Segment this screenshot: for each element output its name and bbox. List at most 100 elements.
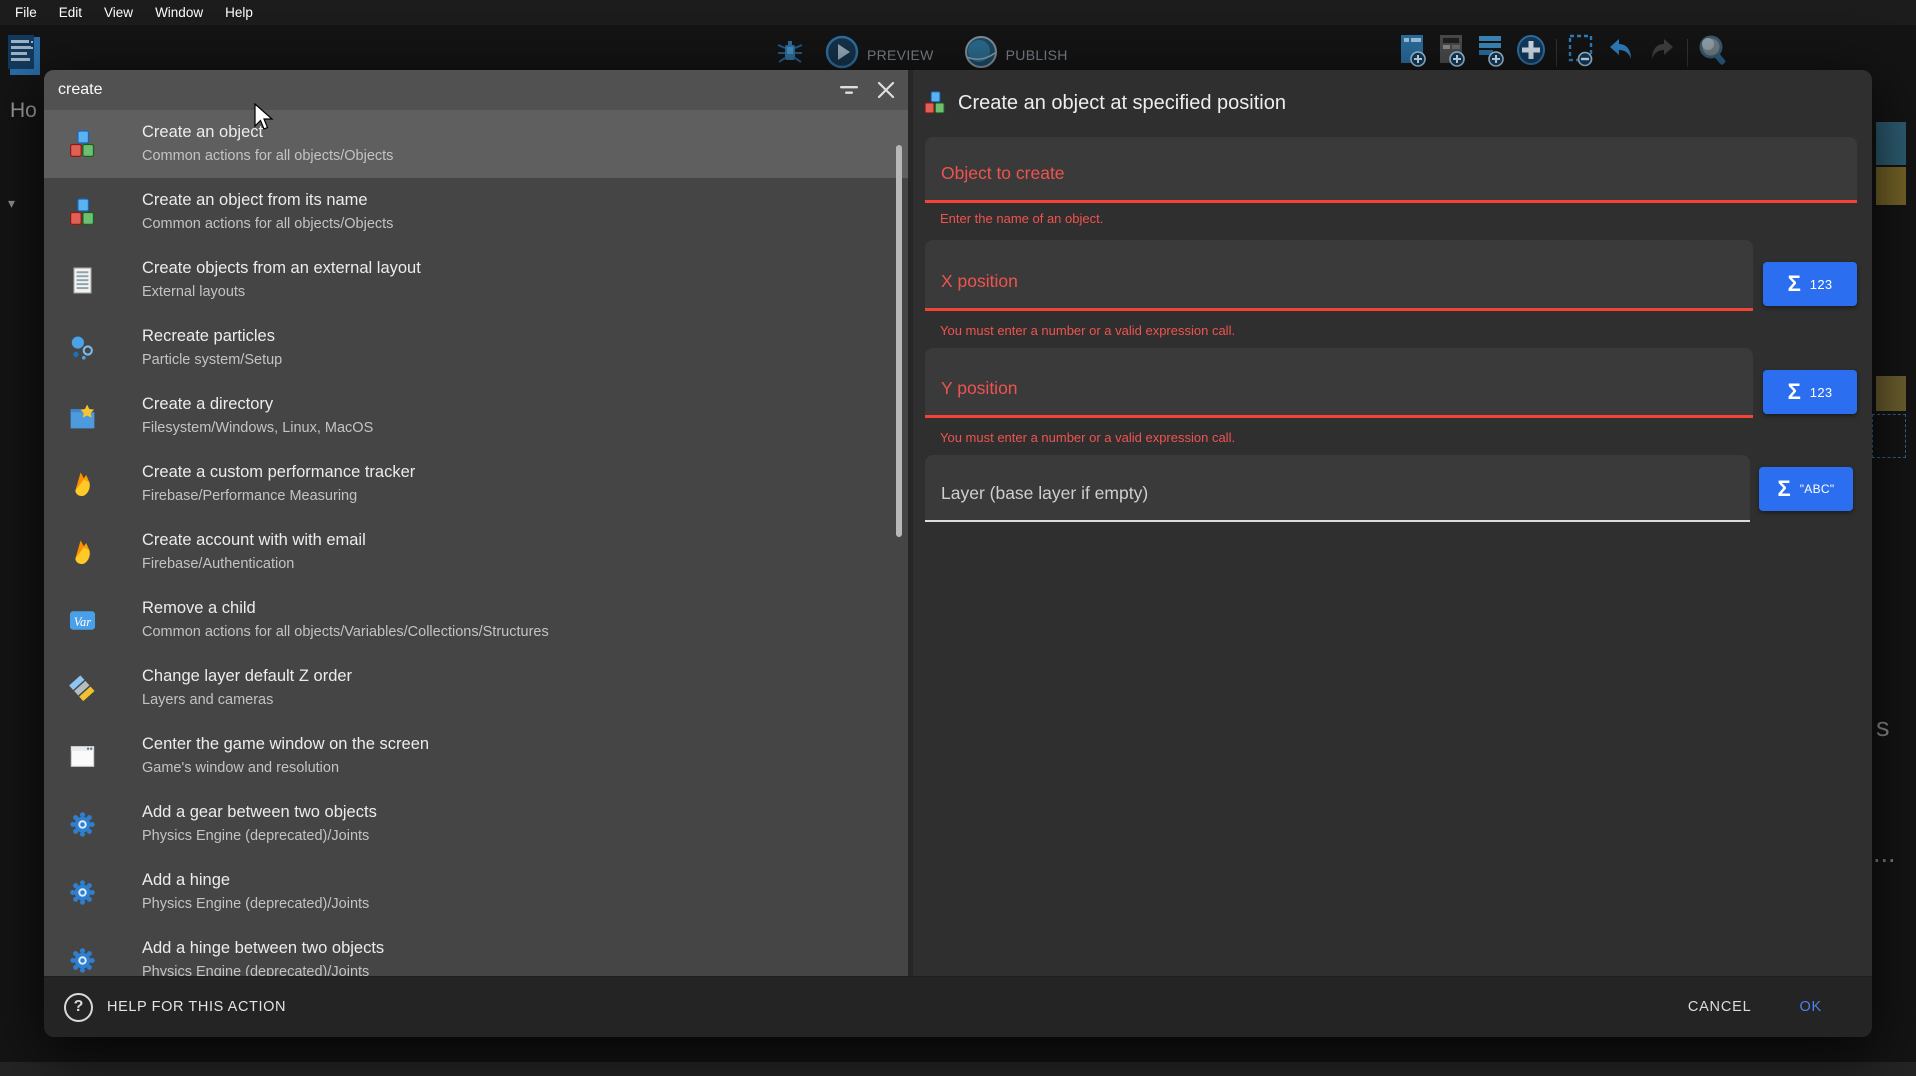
action-list-item[interactable]: Create an object from its name Common ac… (44, 178, 908, 246)
menu-item[interactable]: View (93, 0, 144, 25)
physics-gear-icon (68, 810, 97, 839)
x-position-expression-button[interactable]: Σ 123 (1763, 262, 1857, 306)
publish-globe-icon[interactable] (964, 35, 998, 74)
sigma-icon: Σ (1788, 381, 1801, 403)
menu-item[interactable]: Window (144, 0, 214, 25)
action-subtitle: Layers and cameras (142, 690, 352, 711)
layers-icon (68, 674, 97, 703)
objects-cubes-icon (68, 130, 97, 159)
home-tab-fragment: Ho (10, 99, 37, 123)
redo-icon[interactable] (1646, 34, 1678, 71)
action-title: Create a directory (142, 393, 373, 415)
layer-expression-button[interactable]: Σ "ABC" (1759, 467, 1853, 511)
action-list-item[interactable]: Add a hinge between two objects Physics … (44, 926, 908, 976)
physics-gear-icon (68, 878, 97, 907)
action-list-item[interactable]: Add a gear between two objects Physics E… (44, 790, 908, 858)
y-position-expression-button[interactable]: Σ 123 (1763, 370, 1857, 414)
objects-cubes-icon (923, 91, 947, 115)
bg-bottom-bar (0, 1062, 1916, 1076)
action-list-item[interactable]: Create account with with email Firebase/… (44, 518, 908, 586)
action-subtitle: Physics Engine (deprecated)/Joints (142, 962, 384, 976)
search-bar (44, 70, 908, 111)
variable-icon (68, 606, 97, 635)
physics-gear-icon (68, 946, 97, 975)
particles-icon (68, 334, 97, 363)
help-icon: ? (64, 993, 93, 1022)
choose-action-dialog: Create an object Common actions for all … (44, 70, 1872, 1037)
undo-icon[interactable] (1605, 34, 1637, 71)
objects-cubes-icon (68, 198, 97, 227)
help-button[interactable]: ? HELP FOR THIS ACTION (64, 993, 286, 1022)
object-to-create-placeholder: Object to create (941, 163, 1065, 184)
publish-button-label[interactable]: PUBLISH (1006, 47, 1068, 63)
firebase-flame-icon (68, 538, 97, 567)
preview-play-icon[interactable] (825, 35, 859, 74)
close-icon[interactable] (874, 78, 898, 102)
bg-scene-block-olive-2 (1876, 376, 1906, 411)
list-scrollbar[interactable] (896, 145, 902, 537)
layer-field[interactable]: Layer (base layer if empty) (925, 455, 1750, 522)
external-layout-icon (68, 266, 97, 295)
menu-item[interactable]: Edit (48, 0, 93, 25)
action-list-item[interactable]: Add a hinge Physics Engine (deprecated)/… (44, 858, 908, 926)
action-list-item[interactable]: Change layer default Z order Layers and … (44, 654, 908, 722)
add-external-events-icon[interactable] (1437, 33, 1467, 72)
mouse-cursor (252, 103, 274, 138)
action-list: Create an object Common actions for all … (44, 110, 908, 976)
action-title: Create account with with email (142, 529, 366, 551)
action-list-item[interactable]: Remove a child Common actions for all ob… (44, 586, 908, 654)
action-title: Create a custom performance tracker (142, 461, 415, 483)
dropdown-caret-fragment: ▾ (8, 195, 15, 212)
action-title: Recreate particles (142, 325, 282, 347)
remove-selection-icon[interactable] (1566, 33, 1596, 72)
debug-icon[interactable] (775, 37, 805, 72)
cancel-button[interactable]: CANCEL (1678, 991, 1762, 1023)
action-subtitle: Firebase/Performance Measuring (142, 486, 415, 507)
action-subtitle: Filesystem/Windows, Linux, MacOS (142, 418, 373, 439)
bg-scene-block-olive (1876, 167, 1906, 205)
object-to-create-helper: Enter the name of an object. (940, 211, 1103, 226)
x-position-field[interactable]: X position (925, 240, 1753, 311)
action-subtitle: Game's window and resolution (142, 758, 429, 779)
dialog-footer: ? HELP FOR THIS ACTION CANCEL OK (44, 976, 1872, 1037)
action-list-item[interactable]: Recreate particles Particle system/Setup (44, 314, 908, 382)
action-detail-panel: Create an object at specified position O… (908, 70, 1872, 976)
search-input[interactable] (44, 80, 800, 100)
menu-item[interactable]: Help (214, 0, 264, 25)
layer-placeholder: Layer (base layer if empty) (941, 483, 1148, 504)
action-list-item[interactable]: Create objects from an external layout E… (44, 246, 908, 314)
x-position-placeholder: X position (941, 271, 1018, 292)
action-subtitle: Particle system/Setup (142, 350, 282, 371)
action-list-item[interactable]: Center the game window on the screen Gam… (44, 722, 908, 790)
action-list-item[interactable]: Create a directory Filesystem/Windows, L… (44, 382, 908, 450)
folder-star-icon (68, 402, 97, 431)
action-subtitle: Common actions for all objects/Objects (142, 146, 393, 167)
action-title: Center the game window on the screen (142, 733, 429, 755)
action-title: Create objects from an external layout (142, 257, 421, 279)
ok-button[interactable]: OK (1789, 991, 1832, 1023)
action-detail-title: Create an object at specified position (958, 92, 1286, 115)
add-extension-icon[interactable] (1515, 33, 1547, 72)
preview-button-label[interactable]: PREVIEW (867, 47, 934, 63)
action-title: Add a hinge (142, 869, 369, 891)
action-subtitle: Common actions for all objects/Variables… (142, 622, 549, 643)
action-title: Add a gear between two objects (142, 801, 377, 823)
bg-scene-block-teal (1876, 122, 1906, 165)
sigma-icon: Σ (1788, 273, 1801, 295)
app-window: File Edit View Window Help (0, 0, 1916, 1076)
action-list-item[interactable]: Create a custom performance tracker Fire… (44, 450, 908, 518)
add-external-layout-icon[interactable] (1476, 33, 1506, 72)
action-list-item[interactable]: Create an object Common actions for all … (44, 110, 908, 178)
action-title: Remove a child (142, 597, 549, 619)
bg-text-fragment-s: s (1876, 712, 1890, 743)
y-position-placeholder: Y position (941, 378, 1018, 399)
project-manager-icon[interactable] (6, 34, 44, 83)
filter-icon[interactable] (837, 78, 861, 102)
object-to-create-field[interactable]: Object to create (925, 137, 1857, 203)
add-scene-icon[interactable] (1398, 33, 1428, 72)
action-title: Add a hinge between two objects (142, 937, 384, 959)
sigma-icon: Σ (1778, 478, 1791, 500)
y-position-field[interactable]: Y position (925, 348, 1753, 418)
menu-item[interactable]: File (4, 0, 48, 25)
zoom-search-icon[interactable] (1697, 33, 1729, 72)
